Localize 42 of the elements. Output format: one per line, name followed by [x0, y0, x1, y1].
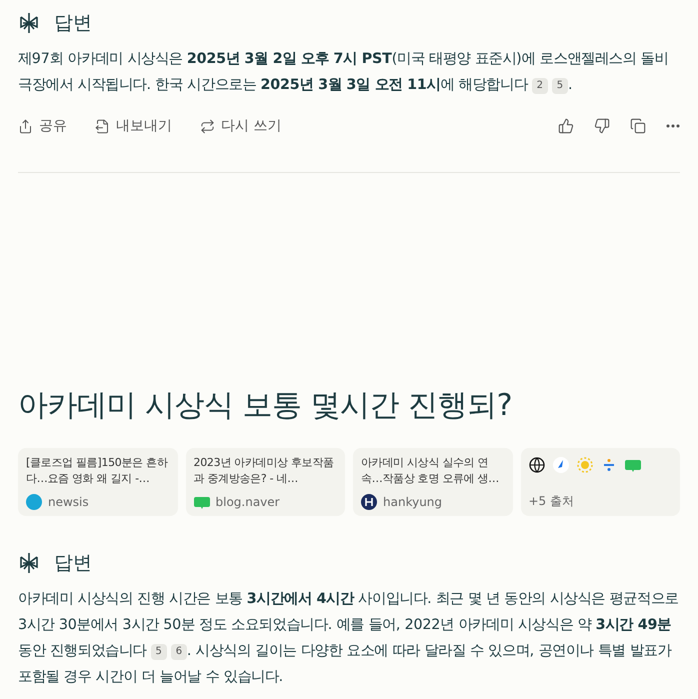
- citation-link[interactable]: 6: [170, 644, 187, 660]
- source-title: 아카데미 시상식 실수의 연속…작품상 호명 오류에 생…: [361, 455, 500, 487]
- speech-bubble-icon: [624, 457, 640, 473]
- rewrite-button[interactable]: 다시 쓰기: [200, 117, 282, 135]
- repeat-icon: [200, 118, 215, 134]
- thumbs-up-button[interactable]: [558, 118, 574, 134]
- source-title: [클로즈업 필름]150분은 흔하다…요즘 영화 왜 길지 -…: [26, 455, 169, 487]
- more-icon: [666, 124, 680, 128]
- source-site: blog.naver: [216, 495, 280, 509]
- share-icon: [18, 118, 33, 134]
- more-sources-count: +5 출처: [528, 493, 576, 510]
- speech-bubble-icon: [194, 494, 210, 510]
- source-card[interactable]: 2023년 아카데미상 후보작품과 중계방송은? - 네… blog.naver: [186, 448, 345, 516]
- answer-text: 아카데미 시상식의 진행 시간은 보통 3시간에서 4시간 사이입니다. 최근 몇 년 동안의 시상식은 평균적으로 3시간 30분에서 3시간 50분 정도 소요되었습니다. 예를 들어, 2022년 아카데미 시상식은 약 3시간 49분 동안 진행되었습니다 5 6 . 시상식의 길이는 다양한 요소에 따라 달라질 수 있으며, 공연이나 특별 발표가 포함될 경우 시간이 더 늘어날 수 있습니다.: [18, 590, 680, 687]
- copy-icon: [630, 118, 646, 134]
- letter-circle-icon: [361, 494, 377, 510]
- thumbs-down-button[interactable]: [594, 118, 610, 134]
- export-button[interactable]: 내보내기: [95, 117, 172, 135]
- answer-text: 제97회 아카데미 시상식은 2025년 3월 2일 오후 7시 PST(미국 태평양 표준시)에 로스앤젤레스의 돌비 극장에서 시작됩니다. 한국 시간으로는 2025년 3월 3일 오전 11시에 해당합니다 2 5 .: [18, 50, 670, 96]
- share-button[interactable]: 공유: [18, 117, 67, 135]
- thumbs-up-icon: [558, 118, 574, 134]
- source-site: newsis: [48, 495, 89, 509]
- document-arrow-icon: [95, 118, 110, 134]
- more-button[interactable]: [666, 124, 680, 128]
- logo-icon: [18, 12, 40, 34]
- source-card[interactable]: [클로즈업 필름]150분은 흔하다…요즘 영화 왜 길지 -… newsis: [18, 448, 178, 516]
- globe-icon: [528, 457, 544, 473]
- source-site: hankyung: [383, 495, 442, 509]
- citation-link[interactable]: 5: [150, 644, 167, 660]
- answer-heading: 답변: [54, 551, 92, 576]
- answer-heading: 답변: [54, 11, 92, 36]
- citation-link[interactable]: 5: [552, 78, 568, 94]
- sun-icon: [576, 457, 592, 473]
- more-sources-card[interactable]: +5 출처: [520, 448, 680, 516]
- logo-icon: [18, 552, 40, 574]
- source-title: 2023년 아카데미상 후보작품과 중계방송은? - 네…: [194, 455, 335, 487]
- question-heading: 아카데미 시상식 보통 몇시간 진행되?: [18, 387, 514, 425]
- thumbs-down-icon: [594, 118, 610, 134]
- copy-button[interactable]: [630, 118, 646, 134]
- news-logo-icon: [26, 494, 42, 510]
- source-card[interactable]: 아카데미 시상식 실수의 연속…작품상 호명 오류에 생… hankyung: [353, 448, 512, 516]
- citation-link[interactable]: 2: [532, 78, 548, 94]
